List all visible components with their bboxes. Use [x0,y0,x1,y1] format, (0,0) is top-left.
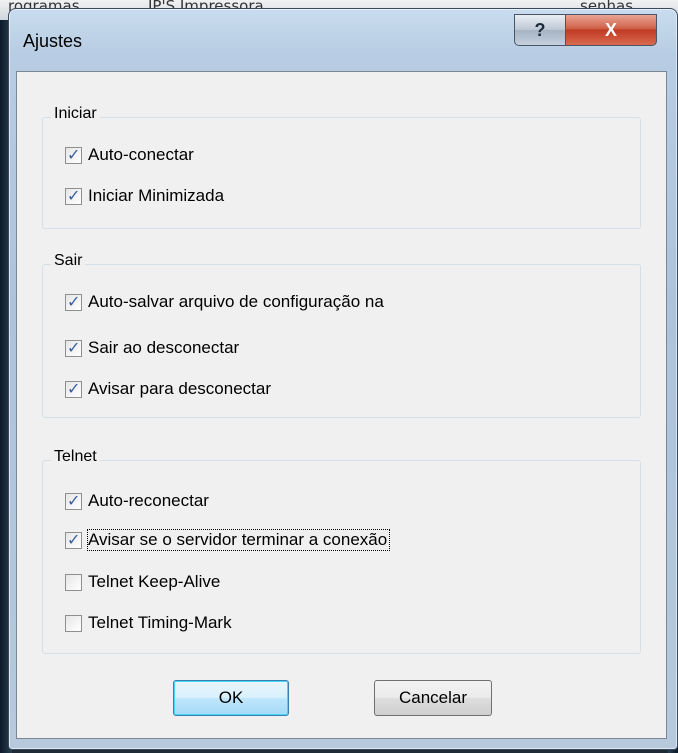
checkbox-auto-conectar[interactable]: Auto-conectar [65,145,194,165]
checkbox-avisar-servidor-terminar[interactable]: Avisar se o servidor terminar a conexão [65,529,391,551]
checkbox-checked-icon[interactable] [65,186,82,205]
checkbox-auto-reconectar[interactable]: Auto-reconectar [65,491,209,511]
checkbox-label: Auto-reconectar [88,491,209,510]
checkbox-checked-icon[interactable] [65,145,82,164]
checkbox-unchecked-icon[interactable] [65,614,82,632]
group-telnet: Telnet Auto-reconectar Avisar se o servi… [42,448,641,654]
checkbox-label: Auto-salvar arquivo de configuração na [88,292,384,311]
checkbox-label: Telnet Keep-Alive [88,572,221,591]
checkbox-unchecked-icon[interactable] [65,573,82,591]
group-iniciar: Iniciar Auto-conectar Iniciar Minimizada [42,105,641,229]
checkbox-label: Telnet Timing-Mark [88,613,232,632]
checkbox-checked-icon[interactable] [65,530,82,549]
close-icon: X [604,19,617,40]
group-sair: Sair Auto-salvar arquivo de configuração… [42,252,641,418]
cancel-button[interactable]: Cancelar [374,680,492,716]
help-button[interactable]: ? [514,14,566,46]
checkbox-telnet-keep-alive[interactable]: Telnet Keep-Alive [65,572,220,592]
checkbox-checked-icon[interactable] [65,338,82,357]
checkbox-checked-icon[interactable] [65,491,82,510]
checkbox-label: Sair ao desconectar [88,338,240,357]
checkbox-iniciar-minimizada[interactable]: Iniciar Minimizada [65,186,224,206]
group-label-sair: Sair [51,252,86,270]
ok-button[interactable]: OK [173,680,289,716]
dialog-client-area: Iniciar Auto-conectar Iniciar Minimizada… [16,71,667,739]
close-button[interactable]: X [565,14,657,46]
checkbox-label: Avisar se o servidor terminar a conexão [86,529,391,551]
checkbox-label: Avisar para desconectar [88,379,272,398]
dialog-title: Ajustes [23,31,83,51]
group-label-telnet: Telnet [51,448,100,466]
checkbox-auto-salvar[interactable]: Auto-salvar arquivo de configuração na [65,292,384,312]
checkbox-label: Auto-conectar [88,145,194,164]
settings-dialog: Ajustes ? X Iniciar Auto-conectar Inicia… [8,8,678,750]
group-label-iniciar: Iniciar [51,105,100,123]
checkbox-avisar-para-desconectar[interactable]: Avisar para desconectar [65,379,271,399]
checkbox-telnet-timing-mark[interactable]: Telnet Timing-Mark [65,613,232,633]
checkbox-sair-ao-desconectar[interactable]: Sair ao desconectar [65,338,239,358]
checkbox-label: Iniciar Minimizada [88,186,225,205]
checkbox-checked-icon[interactable] [65,379,82,398]
checkbox-checked-icon[interactable] [65,292,82,311]
help-icon: ? [534,19,546,40]
